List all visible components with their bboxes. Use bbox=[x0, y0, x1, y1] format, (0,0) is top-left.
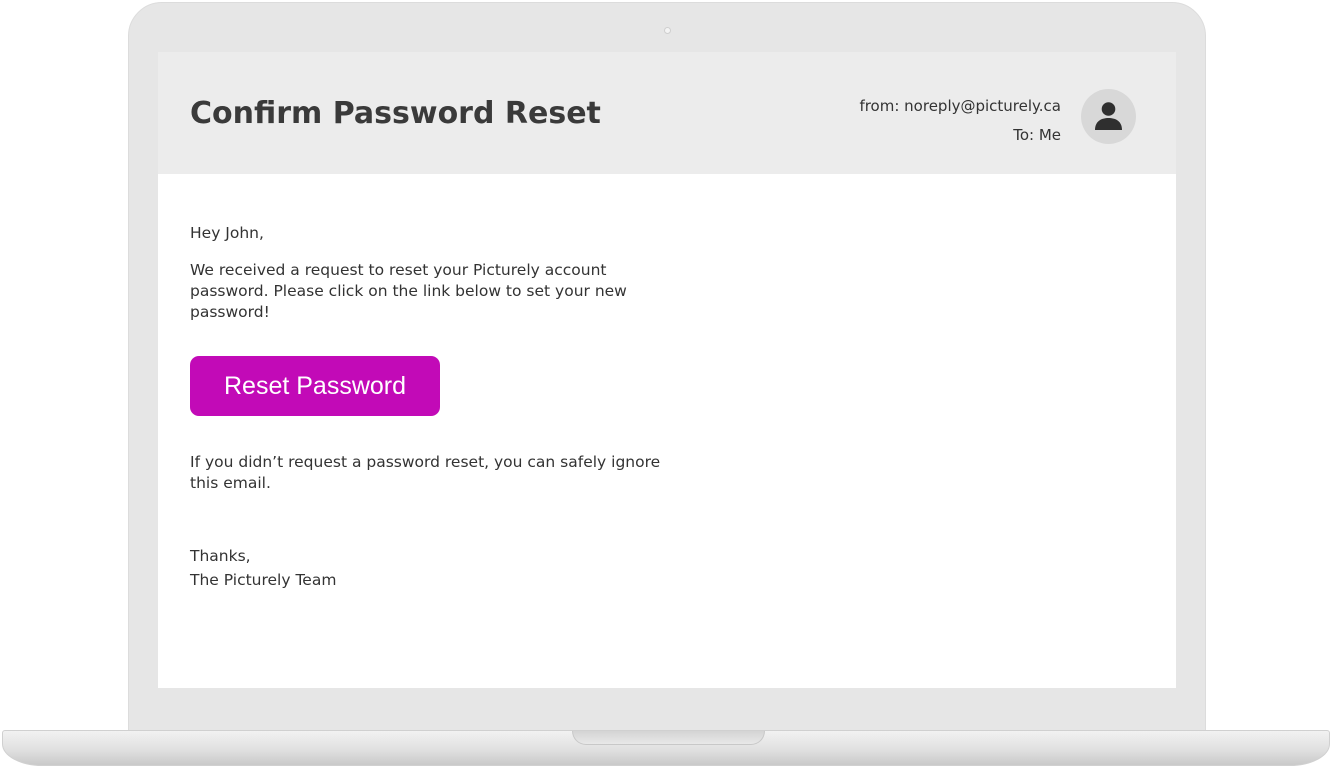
laptop-base bbox=[2, 730, 1330, 766]
email-subject: Confirm Password Reset bbox=[190, 96, 601, 131]
camera-dot bbox=[664, 27, 671, 34]
email-screen: Confirm Password Reset from: noreply@pic… bbox=[158, 52, 1176, 688]
signoff: Thanks, The Picturely Team bbox=[190, 544, 336, 592]
email-header: Confirm Password Reset from: noreply@pic… bbox=[158, 52, 1176, 174]
ignore-note: If you didn’t request a password reset, … bbox=[190, 453, 661, 492]
recipient: To: Me bbox=[1013, 126, 1061, 144]
signoff-thanks: Thanks, bbox=[190, 547, 251, 565]
email-meta: from: noreply@picturely.ca To: Me bbox=[859, 92, 1061, 150]
reset-password-button[interactable]: Reset Password bbox=[190, 356, 440, 416]
avatar[interactable] bbox=[1081, 89, 1136, 144]
message-text: We received a request to reset your Pict… bbox=[190, 261, 627, 321]
laptop-mockup: Confirm Password Reset from: noreply@pic… bbox=[0, 0, 1332, 768]
greeting: Hey John, bbox=[190, 224, 264, 242]
base-notch bbox=[572, 731, 765, 745]
signoff-team: The Picturely Team bbox=[190, 571, 337, 589]
sender-address: from: noreply@picturely.ca bbox=[859, 97, 1061, 115]
user-icon bbox=[1095, 102, 1122, 130]
